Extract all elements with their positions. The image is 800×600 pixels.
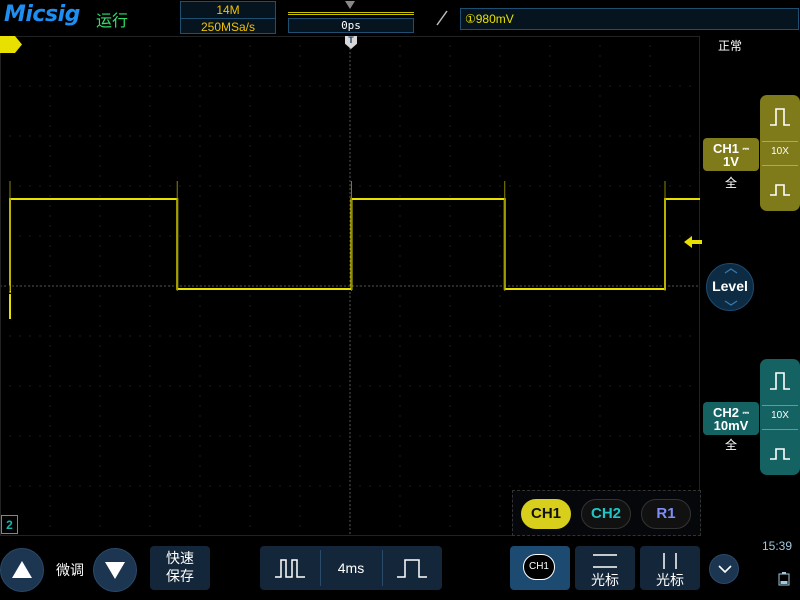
chevron-up-icon [724,268,738,274]
quick-save-label-line2: 保存 [166,569,194,585]
trigger-level: ①980mV [465,12,514,26]
channel-selector: CH1 CH2 R1 [512,490,701,536]
dc-coupling-icon: ⎓ [742,408,750,417]
ch2-vertical-scale: 10mV [713,418,749,433]
rising-edge-icon[interactable] [436,10,448,26]
fine-up-button[interactable] [0,548,44,592]
quick-save-label-line1: 快速 [166,551,194,567]
ch1-settings[interactable]: CH1 ⎓ 1V [703,138,759,171]
right-panel: 正常 10X CH1 ⎓ 1V 全 Level 10X CH2 ⎓ 10mV 全 [684,36,800,536]
ch1-icon: CH1 [523,554,555,580]
ch1-trace [9,198,700,319]
horizontal-cursor-label: 光标 [591,573,619,589]
timebase-value: 4ms [337,560,365,576]
select-ch1-button[interactable]: CH1 [521,499,571,529]
battery-icon [778,572,790,586]
sample-rate: 250MSa/s [200,20,256,34]
horizontal-cursor-icon [593,554,617,568]
ch2-scale-control: 10X [760,359,800,475]
level-label: Level [712,278,748,294]
ch1-vertical-scale: 1V [723,154,739,169]
horizontal-cursor-button[interactable]: 光标 [575,546,635,590]
scale-down-icon[interactable] [768,439,792,463]
ch1-marker-label: 1 [5,283,12,297]
trigger-level-button[interactable]: Level [706,263,754,311]
trigger-level-arrow-icon[interactable] [684,235,702,249]
ch1-offset-marker[interactable] [0,36,22,53]
timebase-decrease-button[interactable] [260,546,320,590]
trigger-info[interactable]: ①980mV [460,8,799,30]
fine-down-button[interactable] [93,548,137,592]
scale-up-icon[interactable] [768,369,792,393]
select-r1-button[interactable]: R1 [641,499,691,529]
horizontal-delay: 0ps [288,18,414,33]
memory-depth: 14M [216,3,240,17]
timebase-increase-button[interactable] [382,546,442,590]
scale-down-icon[interactable] [768,175,792,199]
fine-adjust-label: 微调 [56,563,84,579]
acquisition-info[interactable]: 14M 250MSa/s [180,1,276,34]
ch2-bandwidth: 全 [725,438,738,452]
divider [762,405,798,406]
divider [181,18,275,19]
bottom-toolbar: 微调 快速 保存 4ms CH1 光标 光标 15:39 [0,536,800,600]
ch2-settings[interactable]: CH2 ⎓ 10mV [703,402,759,435]
vertical-cursor-label: 光标 [656,573,684,589]
ch1-waveform [9,181,700,319]
select-ch2-button[interactable]: CH2 [581,499,631,529]
chevron-down-icon [718,565,732,574]
ch1-scale-control: 10X [760,95,800,211]
brand-logo: Micsig [4,2,80,27]
ch1-menu-button[interactable]: CH1 [510,546,570,590]
top-status-bar: Micsig 运行 14M 250MSa/s 0ps ①980mV [0,0,800,36]
dc-coupling-icon: ⎓ [742,144,750,153]
divider [762,429,798,430]
divider [762,165,798,166]
arrow-down-icon [105,562,125,579]
position-marker-icon [345,1,355,9]
quick-save-button[interactable]: 快速 保存 [150,546,210,590]
memory-overview-bar [288,12,414,15]
chevron-down-icon [724,300,738,306]
narrow-pulse-icon [275,559,305,578]
vertical-cursor-button[interactable]: 光标 [640,546,700,590]
clock: 15:39 [762,539,793,553]
waveform-display[interactable]: T 1 2 CH1 CH2 R1 [0,36,701,536]
horizontal-position[interactable]: 0ps [285,1,417,34]
trigger-mode[interactable]: 正常 [718,37,742,54]
scale-up-icon[interactable] [768,105,792,129]
timebase-control: 4ms [260,546,442,590]
more-menu-button[interactable] [709,554,739,584]
arrow-up-icon [12,561,32,578]
ch2-probe-ratio: 10X [771,410,789,421]
ch2-marker-label: 2 [6,518,13,532]
ch1-bandwidth: 全 [725,176,738,190]
run-status[interactable]: 运行 [96,7,128,31]
divider [762,141,798,142]
ch2-offset-marker[interactable]: 2 [1,515,18,534]
wide-pulse-icon [397,559,427,578]
vertical-cursor-icon [663,553,677,569]
ch1-probe-ratio: 10X [771,146,789,157]
